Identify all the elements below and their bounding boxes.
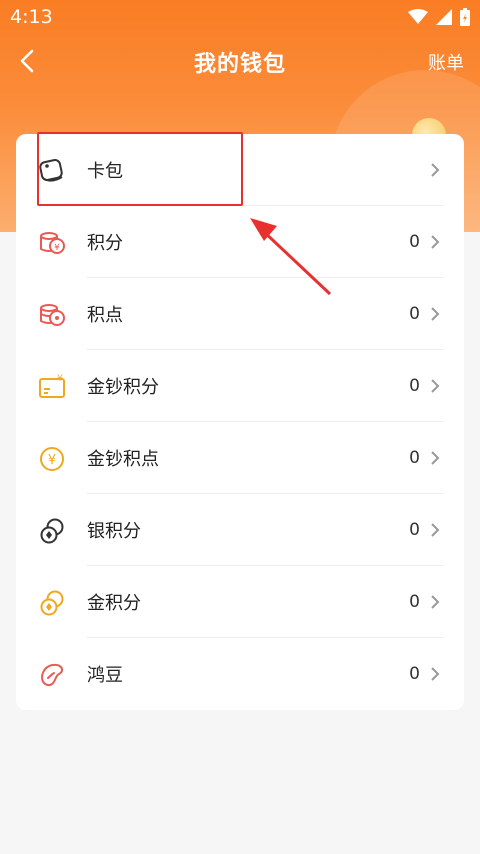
svg-text:¥: ¥	[54, 243, 60, 253]
item-label: 鸿豆	[87, 665, 123, 686]
status-bar: 4:13	[0, 0, 480, 34]
item-label: 银积分	[87, 521, 141, 542]
svg-text:¥: ¥	[48, 453, 56, 468]
list-item-points-dots[interactable]: 积点 0	[16, 278, 464, 350]
bill-button[interactable]: 账单	[428, 49, 464, 75]
item-value: 0	[409, 304, 420, 324]
item-label: 金钞积分	[87, 377, 159, 398]
gold-coins-icon	[40, 590, 64, 616]
list-item-points[interactable]: ¥ 积分 0	[16, 206, 464, 278]
chevron-right-icon	[431, 163, 440, 177]
status-icons	[408, 8, 470, 26]
bean-icon	[41, 663, 64, 687]
item-value: 0	[409, 520, 420, 540]
gold-note-icon: ¥	[39, 374, 65, 398]
list-item-silver-points[interactable]: 银积分 0	[16, 494, 464, 566]
list-item-gold-note-dots[interactable]: ¥ 金钞积点 0	[16, 422, 464, 494]
item-value: 0	[409, 592, 420, 612]
annotation-highlight-box	[37, 132, 243, 206]
chevron-right-icon	[431, 235, 440, 249]
wifi-icon	[408, 9, 428, 24]
list-item-gold-points[interactable]: 金积分 0	[16, 566, 464, 638]
nav-bar: 我的钱包 账单	[0, 36, 480, 86]
chevron-right-icon	[431, 451, 440, 465]
chevron-right-icon	[431, 523, 440, 537]
item-label: 金钞积点	[87, 449, 159, 470]
item-value: 0	[409, 376, 420, 396]
chevron-right-icon	[431, 667, 440, 681]
page-title: 我的钱包	[193, 52, 286, 77]
wallet-list: 卡包 ¥ 积分 0 积点 0 ¥ 金钞积分 0 ¥ 金钞积点 0 银积分 0 金…	[16, 134, 464, 710]
item-label: 积分	[87, 233, 123, 254]
points-stack-icon	[40, 304, 65, 326]
battery-icon	[460, 8, 470, 26]
points-coin-icon: ¥	[40, 232, 65, 254]
signal-icon	[436, 9, 452, 25]
item-value: 0	[409, 448, 420, 468]
chevron-right-icon	[431, 379, 440, 393]
item-label: 积点	[87, 305, 123, 326]
chevron-right-icon	[431, 307, 440, 321]
svg-text:¥: ¥	[57, 374, 63, 384]
chevron-right-icon	[431, 595, 440, 609]
silver-coins-icon	[40, 518, 64, 544]
status-time: 4:13	[10, 6, 53, 28]
item-value: 0	[409, 232, 420, 252]
list-item-gold-note-points[interactable]: ¥ 金钞积分 0	[16, 350, 464, 422]
yen-coin-icon: ¥	[40, 447, 64, 471]
list-item-hong-beans[interactable]: 鸿豆 0	[16, 638, 464, 710]
item-value: 0	[409, 664, 420, 684]
item-label: 金积分	[87, 593, 141, 614]
